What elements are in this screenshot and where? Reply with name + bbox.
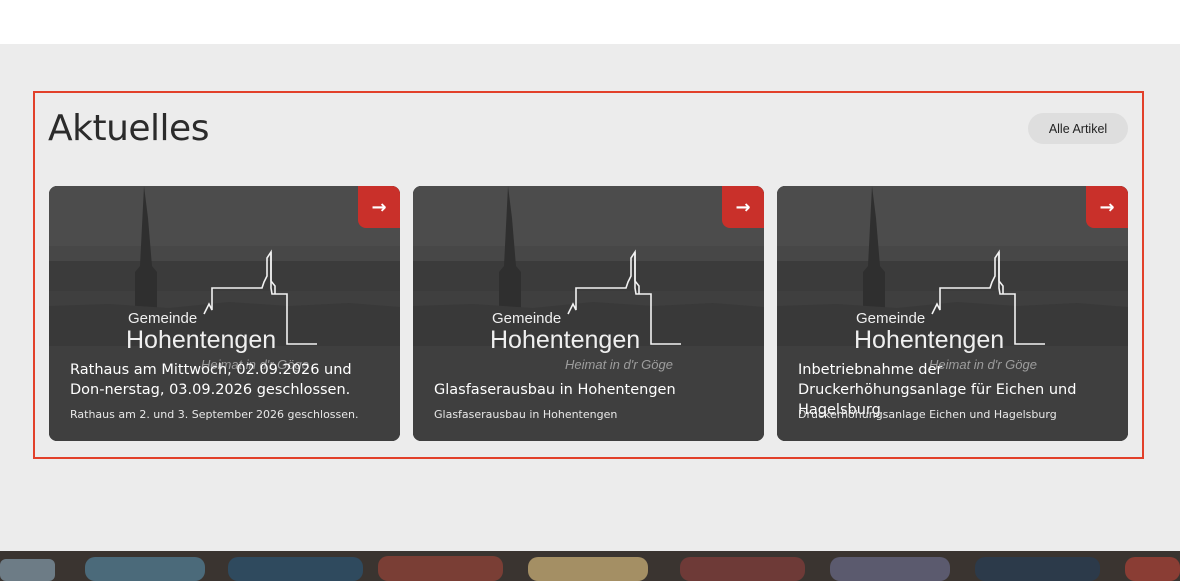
news-card[interactable]: Gemeinde Hohentengen Heimat in d'r Göge … xyxy=(413,186,764,441)
news-card[interactable]: Gemeinde Hohentengen Heimat in d'r Göge … xyxy=(49,186,400,441)
arrow-right-icon[interactable]: → xyxy=(722,186,764,228)
news-card-image: Gemeinde Hohentengen Heimat in d'r Göge xyxy=(49,186,400,441)
logo-text-hohentengen: Hohentengen xyxy=(490,326,640,354)
arrow-right-icon[interactable]: → xyxy=(358,186,400,228)
news-card-title: Rathaus am Mittwoch, 02.09.2026 und Don-… xyxy=(70,362,352,398)
news-card-image: Gemeinde Hohentengen Heimat in d'r Göge xyxy=(413,186,764,441)
all-articles-button[interactable]: Alle Artikel xyxy=(1028,113,1128,144)
logo-tagline: Heimat in d'r Göge xyxy=(565,357,673,372)
bottom-image-strip xyxy=(0,551,1180,581)
news-card-subtitle: Glasfaserausbau in Hohentengen xyxy=(434,408,618,421)
logo-text-gemeinde: Gemeinde xyxy=(128,310,197,327)
logo-text-gemeinde: Gemeinde xyxy=(856,310,925,327)
logo-text-hohentengen: Hohentengen xyxy=(126,326,276,354)
news-card-subtitle: Druckerhöhungsanlage Eichen und Hagelsbu… xyxy=(798,408,1057,421)
section-title: Aktuelles xyxy=(48,108,209,149)
arrow-right-icon[interactable]: → xyxy=(1086,186,1128,228)
news-card-title: Glasfaserausbau in Hohentengen xyxy=(434,382,676,398)
logo-text-hohentengen: Hohentengen xyxy=(854,326,1004,354)
logo-text-gemeinde: Gemeinde xyxy=(492,310,561,327)
news-card-subtitle: Rathaus am 2. und 3. September 2026 gesc… xyxy=(70,408,359,421)
top-bar xyxy=(0,0,1180,44)
news-card[interactable]: Gemeinde Hohentengen Heimat in d'r Göge … xyxy=(777,186,1128,441)
